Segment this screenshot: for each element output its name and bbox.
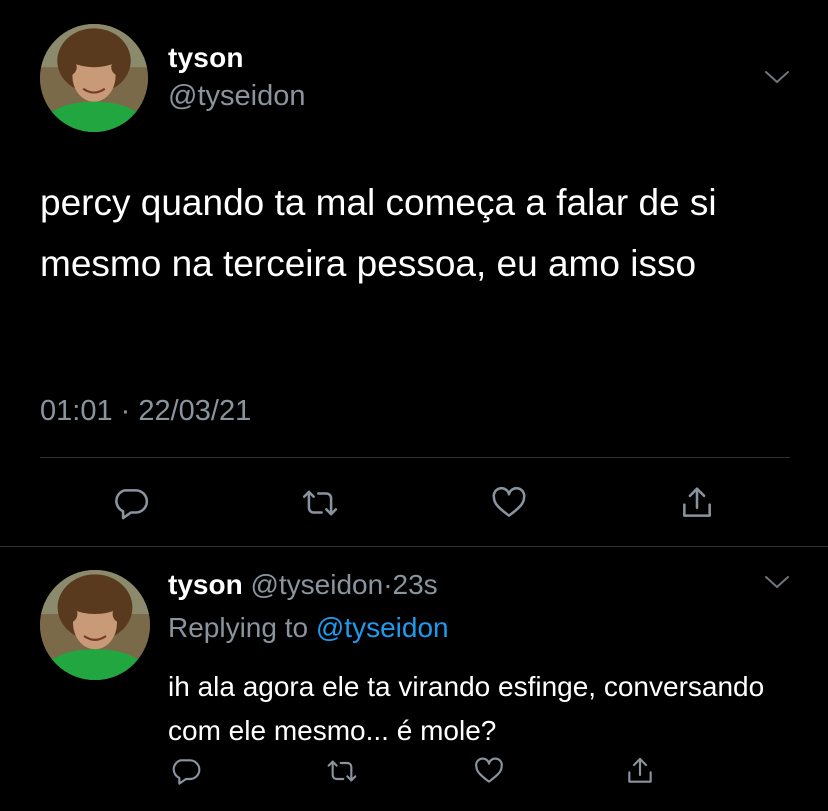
display-name[interactable]: tyson <box>168 42 244 74</box>
share-icon[interactable] <box>678 484 716 522</box>
divider <box>40 457 790 458</box>
avatar[interactable] <box>40 24 148 132</box>
tweet-timestamp[interactable]: 01:01 · 22/03/21 <box>40 395 251 428</box>
replying-to: Replying to @tyseidon <box>168 612 449 644</box>
chevron-down-icon[interactable] <box>763 68 791 86</box>
user-handle[interactable]: @tyseidon <box>250 569 383 600</box>
share-icon[interactable] <box>624 755 656 787</box>
retweet-icon[interactable] <box>301 484 339 522</box>
retweet-icon[interactable] <box>326 755 358 787</box>
replying-to-label: Replying to <box>168 612 309 643</box>
chevron-down-icon[interactable] <box>763 573 791 591</box>
like-icon[interactable] <box>473 755 505 787</box>
avatar[interactable] <box>40 570 150 680</box>
tweet-text: ih ala agora ele ta virando esfinge, con… <box>168 671 765 746</box>
reply-icon[interactable] <box>170 755 202 787</box>
reply-icon[interactable] <box>112 484 150 522</box>
mention-link[interactable]: @tyseidon <box>316 612 449 643</box>
divider <box>0 546 828 547</box>
tweet-timestamp[interactable]: 23s <box>393 569 438 600</box>
like-icon[interactable] <box>490 484 528 522</box>
user-handle[interactable]: @tyseidon <box>168 80 305 113</box>
display-name[interactable]: tyson <box>168 569 243 600</box>
tweet-text: percy quando ta mal começa a falar de si… <box>40 182 717 284</box>
reply-header: tyson @tyseidon·23s <box>168 569 438 601</box>
separator-dot: · <box>383 569 393 600</box>
